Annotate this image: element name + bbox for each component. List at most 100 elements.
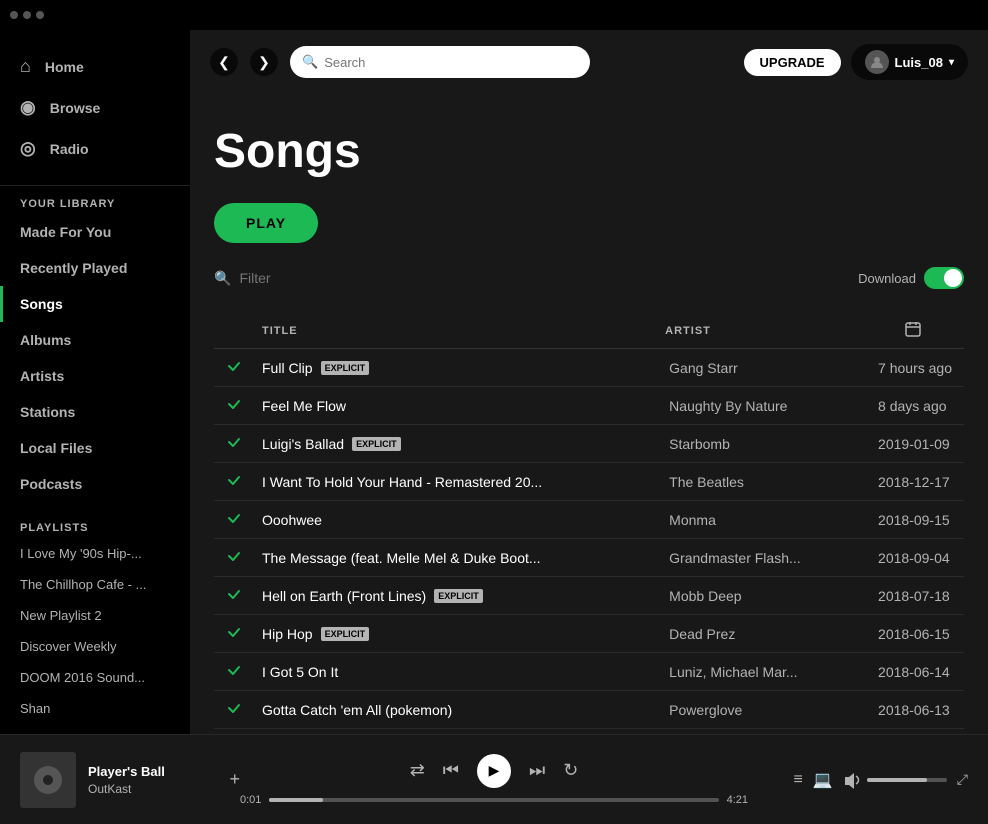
forward-button[interactable]: ❯ <box>250 48 278 76</box>
dot-3 <box>36 11 44 19</box>
table-row[interactable]: Hell on Earth (Front Lines)EXPLICITMobb … <box>214 577 964 615</box>
window-controls <box>10 11 44 19</box>
sidebar-item-playlist-3[interactable]: New Playlist 2 <box>0 600 190 631</box>
fullscreen-button[interactable]: ⤢ <box>957 771 968 788</box>
search-input[interactable] <box>324 55 578 70</box>
table-header: TITLE ARTIST <box>214 313 964 349</box>
table-row[interactable]: I Got 5 On ItLuniz, Michael Mar...2018-0… <box>214 653 964 691</box>
song-date: 2018-06-14 <box>866 653 964 691</box>
sidebar-item-label-podcasts: Podcasts <box>20 476 82 492</box>
song-title: Hell on Earth (Front Lines)EXPLICIT <box>254 577 657 615</box>
song-check <box>214 349 254 387</box>
player-thumbnail <box>20 752 76 808</box>
sidebar-item-playlist-1[interactable]: I Love My '90s Hip-... <box>0 538 190 569</box>
content-area: Songs PLAY 🔍 Download <box>190 94 988 734</box>
sidebar-item-label-made-for-you: Made For You <box>20 224 111 240</box>
song-title: Full ClipEXPLICIT <box>254 349 657 387</box>
sidebar-item-label-browse: Browse <box>50 100 101 116</box>
filter-search-icon: 🔍 <box>214 270 231 287</box>
song-date: 2019-01-09 <box>866 425 964 463</box>
upgrade-button[interactable]: UPGRADE <box>744 49 841 76</box>
right-side: ❮ ❯ 🔍 UPGRADE Luis_08 ▾ Songs PLAY <box>190 30 988 734</box>
volume-icon[interactable] <box>843 771 861 789</box>
player-controls: ⇄ ⏮ ▶ ⏭ ↻ <box>410 754 579 788</box>
table-row[interactable]: Hip HopEXPLICITDead Prez2018-06-15 <box>214 615 964 653</box>
volume-area <box>843 771 947 789</box>
download-toggle[interactable] <box>924 267 964 289</box>
table-row[interactable]: Feel Me FlowNaughty By Nature8 days ago <box>214 387 964 425</box>
song-title: Ooohwee <box>254 501 657 539</box>
song-date: 2018-09-15 <box>866 501 964 539</box>
sidebar-item-made-for-you[interactable]: Made For You <box>0 214 190 250</box>
back-button[interactable]: ❮ <box>210 48 238 76</box>
time-total: 4:21 <box>727 794 748 806</box>
song-check <box>214 539 254 577</box>
song-check <box>214 387 254 425</box>
sidebar-item-playlist-6[interactable]: Shan <box>0 693 190 724</box>
chevron-down-icon: ▾ <box>949 57 954 68</box>
sidebar-item-home[interactable]: ⌂ Home <box>0 46 190 87</box>
dot-2 <box>23 11 31 19</box>
playlists-title: PLAYLISTS <box>0 510 190 538</box>
table-row[interactable]: I Want To Hold Your Hand - Remastered 20… <box>214 463 964 501</box>
filter-input[interactable] <box>239 270 420 286</box>
sidebar-item-songs[interactable]: Songs <box>0 286 190 322</box>
th-check <box>214 313 254 349</box>
filter-area[interactable]: 🔍 <box>214 270 420 287</box>
search-bar[interactable]: 🔍 <box>290 46 590 78</box>
sidebar-item-label-radio: Radio <box>50 141 89 157</box>
device-button[interactable]: 💻 <box>813 770 833 790</box>
sidebar-item-browse[interactable]: ◉ Browse <box>0 87 190 128</box>
play-pause-button[interactable]: ▶ <box>477 754 511 788</box>
table-row[interactable]: The Message (feat. Melle Mel & Duke Boot… <box>214 539 964 577</box>
repeat-button[interactable]: ↻ <box>563 760 578 781</box>
prev-button[interactable]: ⏮ <box>443 760 459 781</box>
page-title: Songs <box>214 124 964 179</box>
sidebar-item-playlist-4[interactable]: Discover Weekly <box>0 631 190 662</box>
next-button[interactable]: ⏭ <box>529 760 545 781</box>
volume-fill <box>867 778 927 782</box>
filter-bar: 🔍 Download <box>214 267 964 297</box>
song-title: Gotta Catch 'em All (pokemon) <box>254 691 657 729</box>
sidebar-item-artists[interactable]: Artists <box>0 358 190 394</box>
search-icon: 🔍 <box>302 54 318 70</box>
player-bar: Player's Ball OutKast + ⇄ ⏮ ▶ ⏭ ↻ 0:01 4… <box>0 734 988 824</box>
player-track-artist: OutKast <box>88 782 217 796</box>
sidebar-item-label-songs: Songs <box>20 296 63 312</box>
song-artist: Gang Starr <box>657 349 866 387</box>
song-artist: Grandmaster Flash... <box>657 539 866 577</box>
player-center: ⇄ ⏮ ▶ ⏭ ↻ 0:01 4:21 <box>240 754 748 806</box>
player-add-button[interactable]: + <box>229 769 240 790</box>
play-button[interactable]: PLAY <box>214 203 318 243</box>
song-artist: Naughty By Nature <box>657 387 866 425</box>
song-title: Hip HopEXPLICIT <box>254 615 657 653</box>
progress-track[interactable] <box>269 798 718 802</box>
sidebar-item-playlist-2[interactable]: The Chillhop Cafe - ... <box>0 569 190 600</box>
table-row[interactable]: Full ClipEXPLICITGang Starr7 hours ago <box>214 349 964 387</box>
sidebar-item-playlist-5[interactable]: DOOM 2016 Sound... <box>0 662 190 693</box>
song-title: I Got 5 On It <box>254 653 657 691</box>
player-right: ≡ 💻 ⤢ <box>748 770 968 790</box>
queue-button[interactable]: ≡ <box>794 771 803 789</box>
shuffle-button[interactable]: ⇄ <box>410 760 425 781</box>
volume-track[interactable] <box>867 778 947 782</box>
progress-fill <box>269 798 323 802</box>
table-row[interactable]: OoohweeMonma2018-09-15 <box>214 501 964 539</box>
user-menu-button[interactable]: Luis_08 ▾ <box>851 44 968 80</box>
sidebar-item-radio[interactable]: ◎ Radio <box>0 128 190 169</box>
sidebar-item-stations[interactable]: Stations <box>0 394 190 430</box>
table-row[interactable]: Luigi's BalladEXPLICITStarbomb2019-01-09 <box>214 425 964 463</box>
song-artist: Luniz, Michael Mar... <box>657 653 866 691</box>
song-check <box>214 425 254 463</box>
explicit-badge: EXPLICIT <box>352 437 401 451</box>
nav-right: UPGRADE Luis_08 ▾ <box>744 44 968 80</box>
sidebar-item-local-files[interactable]: Local Files <box>0 430 190 466</box>
toggle-knob <box>944 269 962 287</box>
sidebar-item-recently-played[interactable]: Recently Played <box>0 250 190 286</box>
table-row[interactable]: Gotta Catch 'em All (pokemon)Powerglove2… <box>214 691 964 729</box>
sidebar-item-albums[interactable]: Albums <box>0 322 190 358</box>
song-title: I Want To Hold Your Hand - Remastered 20… <box>254 463 657 501</box>
sidebar-item-label-local-files: Local Files <box>20 440 92 456</box>
top-bar <box>0 0 988 30</box>
sidebar-item-podcasts[interactable]: Podcasts <box>0 466 190 502</box>
